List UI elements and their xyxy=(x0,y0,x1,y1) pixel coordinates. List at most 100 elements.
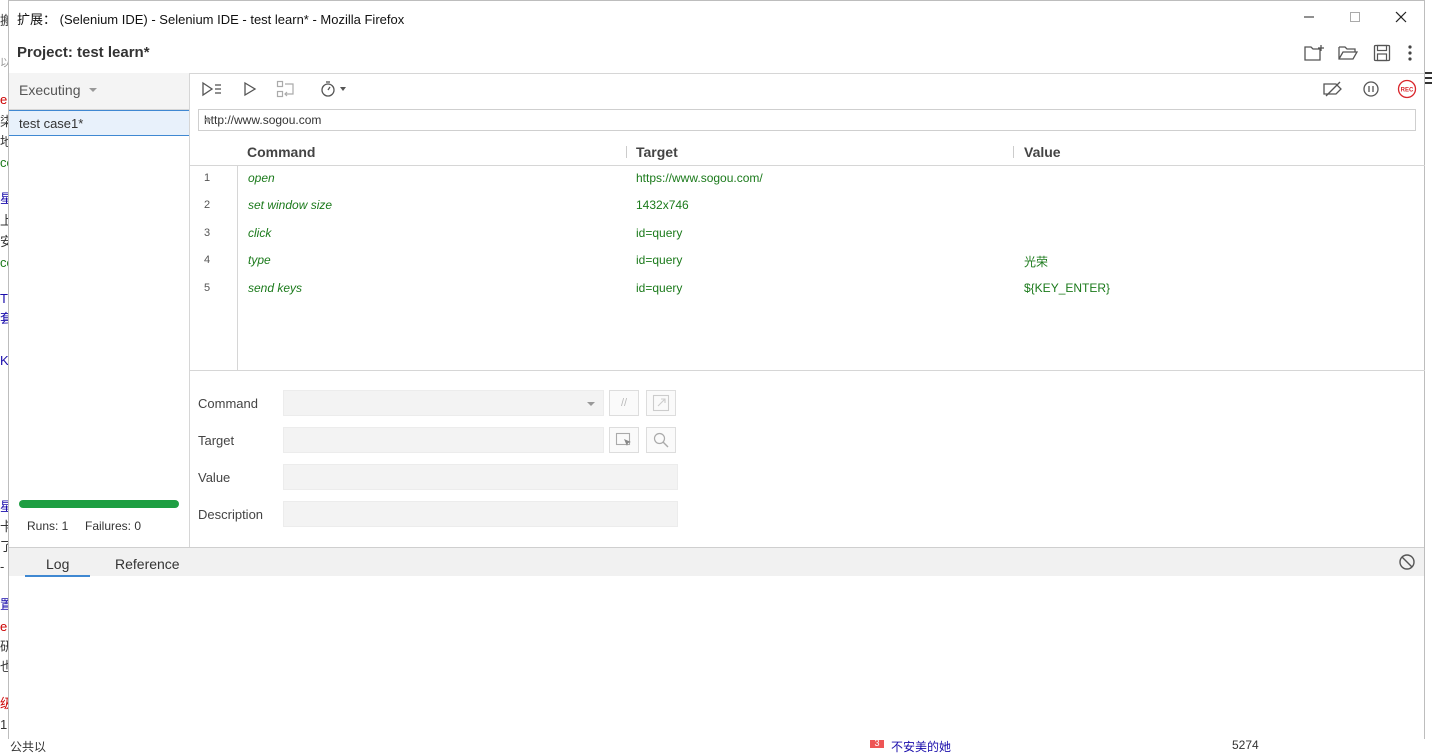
maximize-icon xyxy=(1350,11,1360,22)
chevron-down-icon xyxy=(89,88,97,92)
external-link-icon xyxy=(652,394,670,412)
bg-bottom-text: 公共以 xyxy=(10,740,47,754)
more-options-button[interactable] xyxy=(1404,41,1416,65)
test-speed-button[interactable] xyxy=(318,78,350,100)
bg-fragment: 1 xyxy=(0,717,8,732)
column-header-command: Command xyxy=(247,144,316,160)
disable-breakpoints-button[interactable] xyxy=(1321,78,1345,100)
select-element-icon xyxy=(615,432,631,446)
test-sidebar: Executing test case1* Runs: 1 Failures: … xyxy=(9,73,190,547)
save-project-button[interactable] xyxy=(1370,41,1394,65)
row-number: 2 xyxy=(204,199,211,211)
mode-selector-label: Executing xyxy=(19,82,81,98)
minimize-icon xyxy=(1304,16,1314,17)
test-case-label: test case1* xyxy=(19,116,84,131)
row-target: id=query xyxy=(636,281,683,295)
more-vertical-icon xyxy=(1408,45,1412,61)
tab-log[interactable]: Log xyxy=(25,556,91,577)
svg-text:REC: REC xyxy=(1401,88,1414,94)
row-number: 4 xyxy=(204,254,211,266)
new-project-button[interactable] xyxy=(1302,41,1326,65)
column-resize-handle[interactable] xyxy=(626,146,627,158)
row-number: 5 xyxy=(204,282,211,294)
row-command: send keys xyxy=(248,281,303,295)
description-field-label: Description xyxy=(198,507,264,522)
table-row[interactable]: 4 type id=query 光荣 xyxy=(190,247,1425,274)
run-all-icon xyxy=(202,81,221,97)
tab-reference[interactable]: Reference xyxy=(115,556,180,572)
step-over-button[interactable] xyxy=(274,78,298,100)
row-command: open xyxy=(248,171,275,185)
new-folder-icon xyxy=(1304,45,1324,61)
row-number: 1 xyxy=(204,172,211,184)
chevron-down-icon[interactable] xyxy=(204,119,212,123)
commands-table-body: 1 open https://www.sogou.com/ 2 set wind… xyxy=(190,165,1425,371)
value-input[interactable] xyxy=(283,464,678,490)
log-panel: Log Reference xyxy=(9,547,1424,740)
table-row[interactable]: 1 open https://www.sogou.com/ xyxy=(190,165,1425,192)
project-actions xyxy=(1302,41,1416,65)
comment-toggle-button[interactable]: // xyxy=(609,390,639,416)
bg-bottom-count: 5274 xyxy=(1232,738,1259,752)
run-current-test-button[interactable] xyxy=(238,78,262,100)
select-target-button[interactable] xyxy=(609,427,639,453)
row-number: 3 xyxy=(204,227,211,239)
close-icon xyxy=(1395,11,1407,22)
row-target: https://www.sogou.com/ xyxy=(636,171,763,185)
timer-icon xyxy=(321,81,346,97)
target-input[interactable] xyxy=(283,427,604,453)
open-folder-icon xyxy=(1338,46,1358,60)
maximize-button[interactable] xyxy=(1332,1,1378,32)
row-target: 1432x746 xyxy=(636,198,689,212)
background-right-strip xyxy=(1425,60,1432,120)
playback-toolbar: REC xyxy=(190,73,1425,105)
record-button[interactable]: REC xyxy=(1395,78,1419,100)
chevron-down-icon xyxy=(587,402,595,406)
command-field-label: Command xyxy=(198,396,258,411)
save-icon xyxy=(1373,44,1391,62)
table-row[interactable]: 3 click id=query xyxy=(190,220,1425,247)
close-window-button[interactable] xyxy=(1378,1,1424,32)
test-case-item[interactable]: test case1* xyxy=(9,110,189,136)
row-command: click xyxy=(248,226,272,240)
pause-icon xyxy=(1363,81,1379,97)
project-label: Project: xyxy=(17,44,73,61)
clear-log-button[interactable] xyxy=(1398,553,1416,571)
table-row[interactable]: 2 set window size 1432x746 xyxy=(190,192,1425,219)
commands-table-header: Command Target Value xyxy=(190,139,1425,166)
target-field-label: Target xyxy=(198,433,235,448)
row-command: type xyxy=(248,253,271,267)
failures-count: Failures: 0 xyxy=(85,519,142,533)
command-editor: Command // Target Value Description xyxy=(190,371,1425,547)
row-value: 光荣 xyxy=(1024,255,1049,269)
project-bar: Project: test learn* xyxy=(9,32,1424,74)
row-value: ${KEY_ENTER} xyxy=(1024,281,1111,295)
test-editor-main: REC http://www.sogou.com Command Target … xyxy=(190,73,1425,547)
table-row[interactable]: 5 send keys id=query ${KEY_ENTER} xyxy=(190,275,1425,302)
record-icon: REC xyxy=(1397,79,1417,99)
step-over-icon xyxy=(276,80,294,98)
row-command: set window size xyxy=(248,198,333,212)
mode-selector[interactable]: Executing xyxy=(9,73,189,110)
window-titlebar: 扩展： (Selenium IDE) - Selenium IDE - test… xyxy=(9,1,1424,32)
column-header-value: Value xyxy=(1024,144,1061,160)
log-tabs: Log Reference xyxy=(9,548,1424,577)
selenium-ide-window: 扩展： (Selenium IDE) - Selenium IDE - test… xyxy=(8,0,1425,740)
column-resize-handle[interactable] xyxy=(1013,146,1014,158)
play-icon xyxy=(244,81,257,97)
open-project-button[interactable] xyxy=(1336,41,1360,65)
project-name[interactable]: test learn* xyxy=(77,44,150,61)
breakpoint-off-icon xyxy=(1323,81,1342,97)
command-select[interactable] xyxy=(283,390,604,416)
runs-count: Runs: 1 xyxy=(27,519,69,533)
description-input[interactable] xyxy=(283,501,678,527)
base-url-input[interactable]: http://www.sogou.com xyxy=(198,109,1416,131)
bg-fragment: e xyxy=(0,92,8,107)
bg-bottom-link: 不安美的她 xyxy=(891,740,952,754)
minimize-button[interactable] xyxy=(1286,1,1332,32)
search-icon xyxy=(653,432,669,448)
pause-on-exceptions-button[interactable] xyxy=(1359,78,1383,100)
open-reference-button[interactable] xyxy=(646,390,676,416)
run-all-tests-button[interactable] xyxy=(200,78,224,100)
find-target-button[interactable] xyxy=(646,427,676,453)
